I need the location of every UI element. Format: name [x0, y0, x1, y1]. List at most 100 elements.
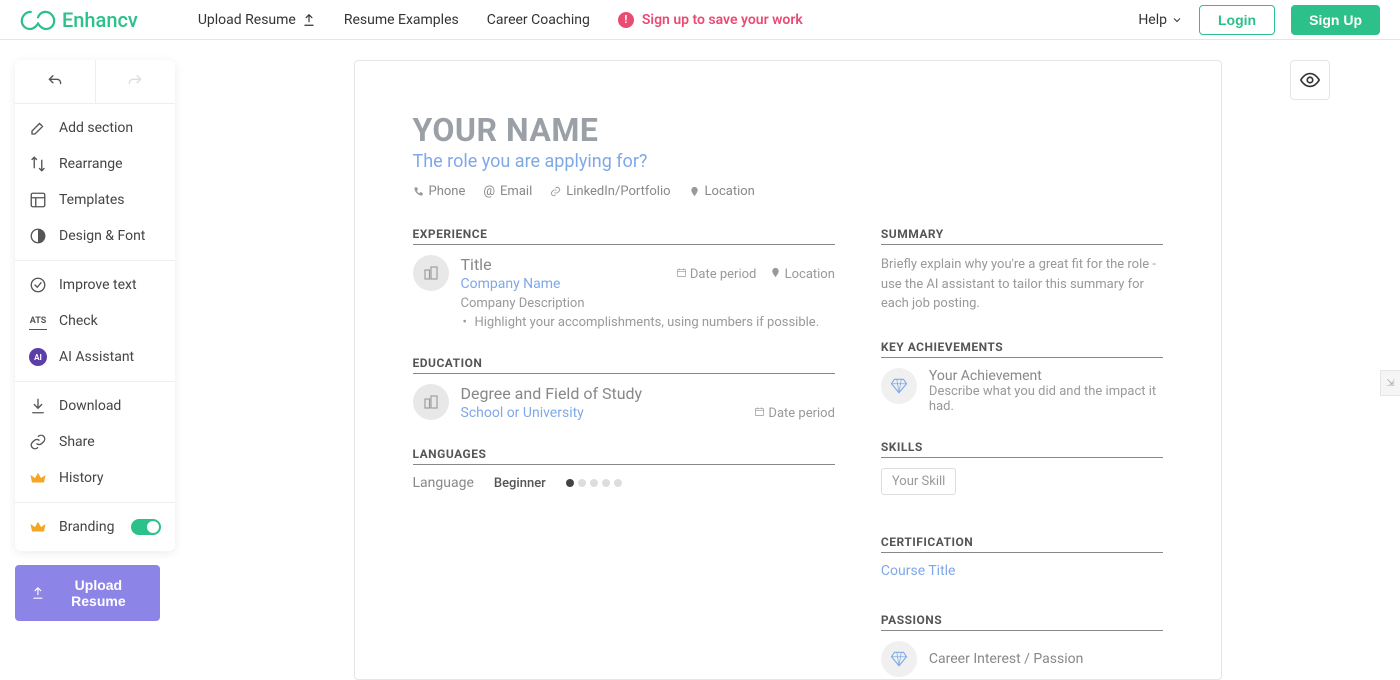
summary-text[interactable]: Briefly explain why you're a great fit f… — [881, 255, 1163, 314]
ach-desc[interactable]: Describe what you did and the impact it … — [929, 384, 1163, 414]
achievement-entry[interactable]: Your Achievement Describe what you did a… — [881, 368, 1163, 414]
top-nav: Upload Resume Resume Examples Career Coa… — [198, 12, 803, 28]
sidebar: Add section Rearrange Templates Design &… — [15, 60, 175, 659]
exp-description[interactable]: Company Description — [461, 296, 835, 311]
edu-school[interactable]: School or University — [461, 405, 643, 421]
label: Phone — [429, 184, 466, 199]
lang-level[interactable]: Beginner — [494, 476, 546, 491]
help-menu[interactable]: Help — [1138, 12, 1183, 28]
sidebar-history[interactable]: History — [15, 460, 175, 496]
contact-location[interactable]: Location — [689, 184, 755, 199]
company-icon — [413, 255, 449, 291]
eye-icon — [1299, 69, 1321, 91]
sidebar-download[interactable]: Download — [15, 388, 175, 424]
link-icon — [29, 433, 47, 451]
dot — [590, 479, 598, 487]
edu-date[interactable]: Date period — [754, 406, 835, 421]
label: Download — [59, 398, 121, 414]
nav-upload-resume[interactable]: Upload Resume — [198, 12, 316, 28]
name-field[interactable]: YOUR NAME — [413, 111, 1163, 149]
skill-pill[interactable]: Your Skill — [881, 468, 956, 495]
upload-resume-button[interactable]: Upload Resume — [15, 565, 160, 621]
branding-toggle[interactable] — [131, 519, 161, 535]
rearrange-icon — [29, 155, 47, 173]
left-column: EXPERIENCE Title Company Name Date perio… — [413, 227, 835, 677]
undo-icon — [46, 73, 64, 87]
school-icon — [413, 384, 449, 420]
undo-button[interactable] — [15, 60, 96, 103]
exp-location[interactable]: Location — [770, 267, 835, 282]
sidebar-add-section[interactable]: Add section — [15, 110, 175, 146]
lang-dots[interactable] — [566, 479, 622, 487]
exp-date[interactable]: Date period — [676, 267, 757, 282]
label: Location — [705, 184, 755, 199]
sidebar-rearrange[interactable]: Rearrange — [15, 146, 175, 182]
logo[interactable]: Enhancv — [20, 8, 138, 32]
dot — [602, 479, 610, 487]
label: Share — [59, 434, 95, 450]
canvas-area: YOUR NAME The role you are applying for?… — [175, 40, 1400, 659]
education-entry[interactable]: Degree and Field of Study School or Univ… — [413, 384, 835, 421]
header: Enhancv Upload Resume Resume Examples Ca… — [0, 0, 1400, 40]
crown-icon — [29, 518, 47, 536]
label: LinkedIn/Portfolio — [566, 184, 670, 199]
redo-icon — [126, 73, 144, 87]
sidebar-improve-text[interactable]: Improve text — [15, 267, 175, 303]
contrast-icon — [29, 227, 47, 245]
label: Location — [785, 267, 835, 282]
exp-title[interactable]: Title — [461, 255, 561, 274]
dot — [614, 479, 622, 487]
preview-button[interactable] — [1290, 60, 1330, 100]
nav-upload-label: Upload Resume — [198, 12, 296, 28]
contact-email[interactable]: @Email — [483, 184, 532, 199]
ai-icon: AI — [29, 348, 47, 366]
right-column: SUMMARY Briefly explain why you're a gre… — [881, 227, 1163, 677]
dot — [566, 479, 574, 487]
language-entry[interactable]: Language Beginner — [413, 475, 835, 491]
lang-name[interactable]: Language — [413, 475, 474, 491]
section-summary-title: SUMMARY — [881, 227, 1163, 245]
label: Design & Font — [59, 228, 145, 244]
section-certification-title: CERTIFICATION — [881, 535, 1163, 553]
signup-msg-text: Sign up to save your work — [642, 12, 803, 28]
diamond-icon — [881, 368, 917, 404]
sidebar-design-font[interactable]: Design & Font — [15, 218, 175, 254]
upload-icon — [302, 13, 316, 27]
sidebar-share[interactable]: Share — [15, 424, 175, 460]
at-icon: @ — [483, 184, 495, 199]
exp-company[interactable]: Company Name — [461, 276, 561, 292]
ats-icon: ATS — [29, 312, 47, 330]
nav-career-coaching[interactable]: Career Coaching — [487, 12, 590, 28]
login-button[interactable]: Login — [1199, 5, 1275, 35]
contact-linkedin[interactable]: LinkedIn/Portfolio — [550, 184, 670, 199]
redo-button[interactable] — [96, 60, 176, 103]
signup-save-banner[interactable]: ! Sign up to save your work — [618, 12, 803, 28]
expand-tab[interactable]: ⇲ — [1380, 370, 1400, 396]
contact-phone[interactable]: Phone — [413, 184, 466, 199]
sidebar-templates[interactable]: Templates — [15, 182, 175, 218]
section-languages-title: LANGUAGES — [413, 447, 835, 465]
exp-bullet[interactable]: Highlight your accomplishments, using nu… — [461, 315, 835, 330]
calendar-icon — [676, 267, 687, 278]
sidebar-ai-assistant[interactable]: AIAI Assistant — [15, 339, 175, 375]
resume-canvas[interactable]: YOUR NAME The role you are applying for?… — [354, 60, 1222, 680]
edit-icon — [29, 119, 47, 137]
label: Date period — [690, 267, 756, 282]
tool-panel: Add section Rearrange Templates Design &… — [15, 60, 175, 551]
improve-icon — [29, 276, 47, 294]
label: History — [59, 470, 104, 486]
cert-title[interactable]: Course Title — [881, 563, 1163, 579]
signup-button[interactable]: Sign Up — [1291, 5, 1380, 35]
nav-resume-examples[interactable]: Resume Examples — [344, 12, 459, 28]
label: Rearrange — [59, 156, 123, 172]
help-label: Help — [1138, 12, 1167, 28]
templates-icon — [29, 191, 47, 209]
edu-degree[interactable]: Degree and Field of Study — [461, 384, 643, 403]
sidebar-branding[interactable]: Branding — [15, 509, 175, 545]
download-icon — [29, 397, 47, 415]
role-field[interactable]: The role you are applying for? — [413, 151, 1163, 172]
chevron-down-icon — [1171, 14, 1183, 26]
experience-entry[interactable]: Title Company Name Date period Location … — [413, 255, 835, 330]
ach-title[interactable]: Your Achievement — [929, 368, 1163, 384]
sidebar-check[interactable]: ATSCheck — [15, 303, 175, 339]
